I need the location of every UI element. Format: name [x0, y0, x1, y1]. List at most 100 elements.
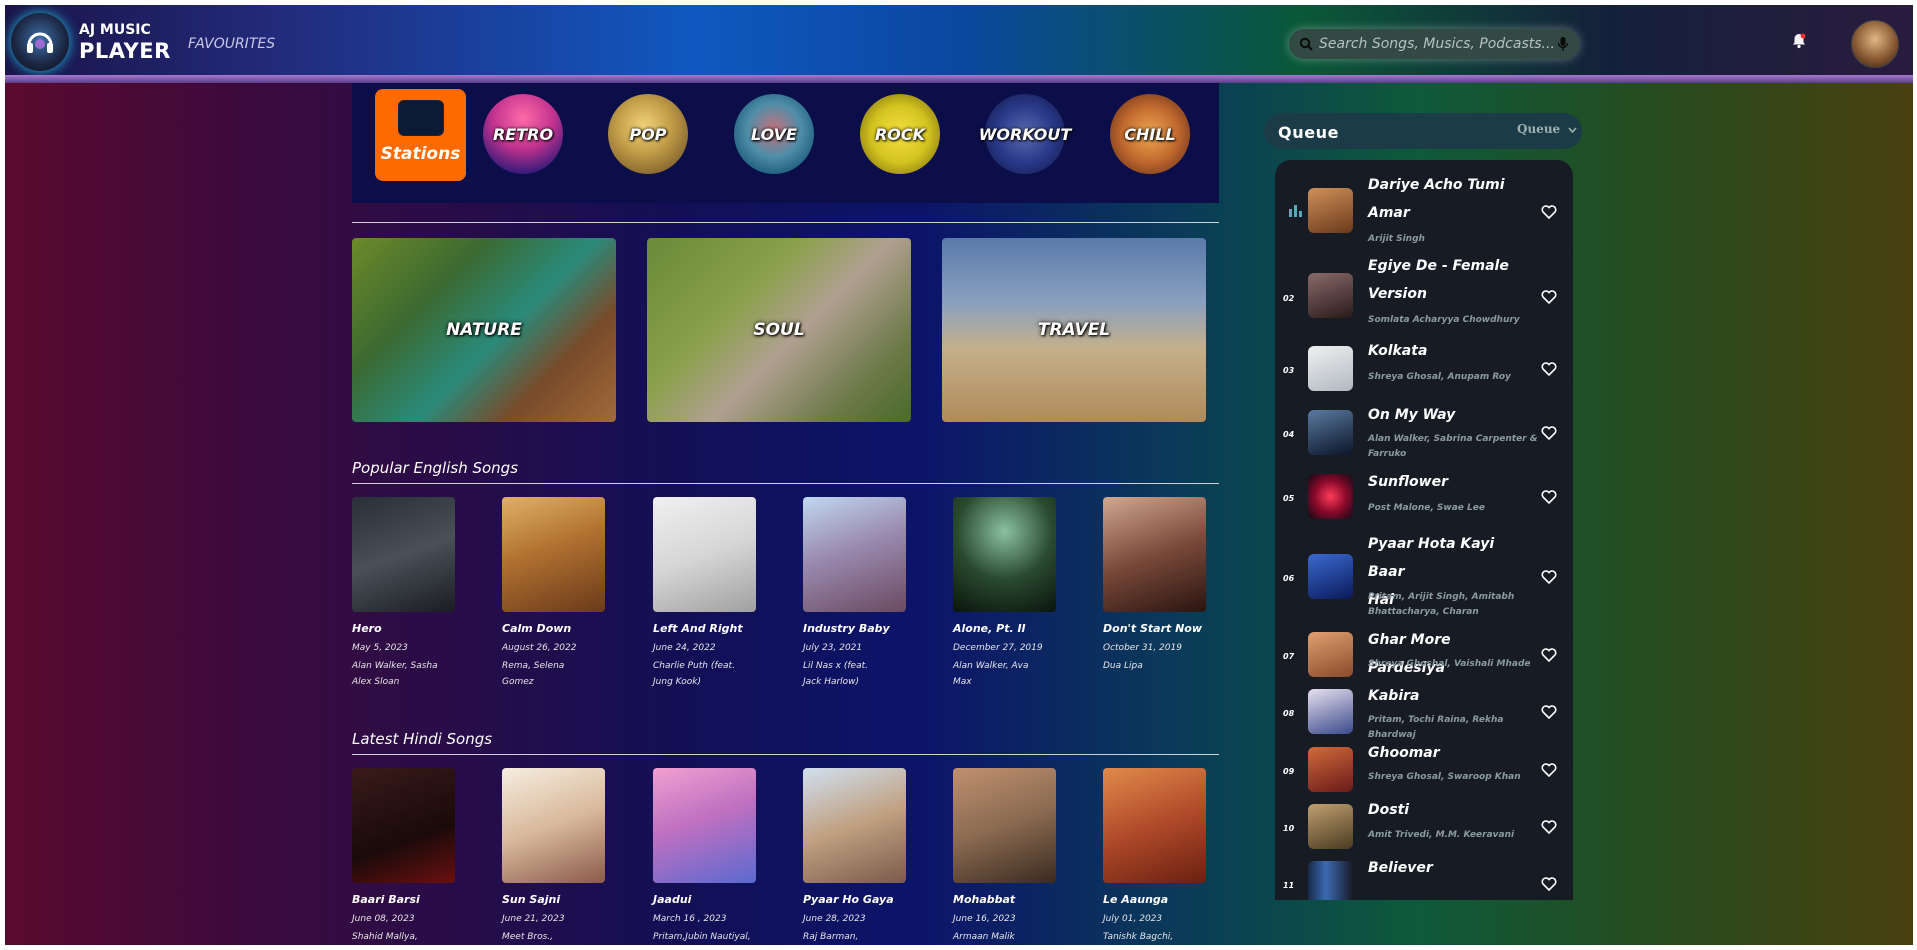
queue-thumbnail [1308, 632, 1353, 677]
song-date: June 08, 2023 [352, 914, 415, 924]
song-date: July 23, 2021 [803, 643, 863, 653]
song-card[interactable]: Alone, Pt. II December 27, 2019 Alan Wal… [953, 497, 1063, 690]
genre-rock[interactable]: ROCK [860, 94, 940, 174]
song-card[interactable]: Industry Baby July 23, 2021 Lil Nas x (f… [803, 497, 913, 690]
heart-icon[interactable] [1541, 763, 1557, 777]
song-artist: Pritam,Jubin Nautiyal, [653, 932, 751, 942]
song-artist: Tanishk Bagchi, [1103, 932, 1174, 942]
album-art [352, 768, 455, 883]
mood-card-soul[interactable]: SOUL [647, 238, 911, 422]
heart-icon[interactable] [1541, 490, 1557, 504]
song-date: May 5, 2023 [352, 643, 408, 653]
queue-item-number: 04 [1283, 430, 1295, 439]
heart-icon[interactable] [1541, 205, 1557, 219]
heart-icon[interactable] [1541, 362, 1557, 376]
latest-hindi-title: Latest Hindi Songs [352, 730, 493, 748]
notification-bell-icon[interactable] [1792, 33, 1806, 49]
song-date: July 01, 2023 [1103, 914, 1163, 924]
album-art [803, 497, 906, 612]
queue-item-number: 05 [1283, 494, 1295, 503]
search-bar[interactable] [1289, 29, 1579, 59]
song-title: Mohabbat [953, 893, 1016, 906]
app-frame: AJ MUSIC PLAYER FAVOURITES Statio [5, 5, 1913, 945]
logo-title-top: AJ MUSIC [79, 22, 151, 38]
genre-workout[interactable]: WORKOUT [979, 94, 1071, 174]
song-card[interactable]: Calm Down August 26, 2022 Rema, Selena Go… [502, 497, 612, 690]
queue-song-artist: Somlata Acharyya Chowdhury [1368, 315, 1520, 325]
song-date: October 31, 2019 [1103, 643, 1182, 653]
album-art [502, 768, 605, 883]
queue-select[interactable]: Queue [1517, 122, 1577, 136]
heart-icon[interactable] [1541, 820, 1557, 834]
queue-song-artist: Post Malone, Swae Lee [1368, 503, 1485, 513]
song-artist: Shahid Mallya, [352, 932, 418, 942]
song-card[interactable]: Jaadui March 16 , 2023 Pritam,Jubin Naut… [653, 768, 763, 945]
user-avatar[interactable] [1851, 20, 1899, 68]
heart-icon[interactable] [1541, 570, 1557, 584]
headphones-icon [27, 32, 53, 53]
song-artist: Alan Walker, Sasha Alex Sloan [352, 661, 438, 687]
genre-chill[interactable]: CHILL [1110, 94, 1190, 174]
divider-line [352, 222, 1219, 223]
song-artist: Raj Barman, [803, 932, 859, 942]
queue-list: Dariye Acho Tumi Amar Arijit Singh 02 Egi… [1275, 160, 1573, 900]
heart-icon[interactable] [1541, 705, 1557, 719]
queue-song-title: Egiye De - Female Version [1368, 258, 1509, 302]
queue-song-artist: Shreya Ghosal, Anupam Roy [1368, 372, 1511, 382]
queue-thumbnail [1308, 689, 1353, 734]
chevron-down-icon [1568, 127, 1577, 134]
queue-item-number: 11 [1283, 881, 1295, 890]
song-title: Sun Sajni [502, 893, 561, 906]
heart-icon[interactable] [1541, 648, 1557, 662]
song-card[interactable]: Mohabbat June 16, 2023 Armaan Malik [953, 768, 1063, 945]
logo-icon[interactable] [11, 13, 69, 71]
queue-thumbnail [1308, 346, 1353, 391]
queue-select-value: Queue [1517, 122, 1561, 136]
song-card[interactable]: Hero May 5, 2023 Alan Walker, Sasha Alex … [352, 497, 462, 690]
heart-icon[interactable] [1541, 290, 1557, 304]
heart-icon[interactable] [1541, 426, 1557, 440]
heart-icon[interactable] [1541, 877, 1557, 891]
queue-song-artist: Shreya Ghosal, Swaroop Khan [1368, 772, 1521, 782]
queue-thumbnail [1308, 188, 1353, 233]
song-title: Alone, Pt. II [953, 622, 1026, 635]
queue-thumbnail [1308, 554, 1353, 599]
song-card[interactable]: Left And Right June 24, 2022 Charlie Put… [653, 497, 763, 690]
song-card[interactable]: Pyaar Ho Gaya June 28, 2023 Raj Barman, [803, 768, 913, 945]
queue-header: Queue Queue [1264, 113, 1582, 149]
album-art [653, 768, 756, 883]
song-title: Jaadui [653, 893, 692, 906]
genre-retro[interactable]: RETRO [483, 94, 563, 174]
queue-song-artist: Amit Trivedi, M.M. Keeravani [1368, 830, 1515, 840]
genre-pop[interactable]: POP [608, 94, 688, 174]
queue-item-number: 07 [1283, 652, 1295, 661]
mood-card-nature[interactable]: NATURE [352, 238, 616, 422]
genre-love[interactable]: LOVE [734, 94, 814, 174]
song-card[interactable]: Baari Barsi June 08, 2023 Shahid Mallya, [352, 768, 462, 945]
queue-song-title: Sunflower [1368, 474, 1448, 490]
search-icon [1299, 37, 1313, 51]
queue-song-title: On My Way [1368, 407, 1456, 423]
queue-thumbnail [1308, 410, 1353, 455]
song-artist: Rema, Selena Gomez [502, 661, 565, 687]
search-input[interactable] [1319, 36, 1557, 52]
queue-song-title: Ghar More Pardesiya [1368, 632, 1451, 676]
logo-title-main: PLAYER [79, 39, 171, 63]
album-art [352, 497, 455, 612]
nav-favourites-link[interactable]: FAVOURITES [188, 36, 275, 52]
song-artist: Meet Bros., [502, 932, 554, 942]
header-accent-strip [5, 75, 1913, 83]
song-date: August 26, 2022 [502, 643, 577, 653]
song-title: Industry Baby [803, 622, 890, 635]
album-art [1103, 768, 1206, 883]
microphone-icon[interactable] [1557, 36, 1569, 52]
stations-button[interactable]: Stations [375, 89, 466, 181]
song-title: Hero [352, 622, 382, 635]
song-card[interactable]: Sun Sajni June 21, 2023 Meet Bros., [502, 768, 612, 945]
song-card[interactable]: Don't Start Now October 31, 2019 Dua Lip… [1103, 497, 1213, 674]
mood-card-travel[interactable]: TRAVEL [942, 238, 1206, 422]
divider-line [352, 483, 1219, 484]
song-card[interactable]: Le Aaunga July 01, 2023 Tanishk Bagchi, [1103, 768, 1213, 945]
song-artist: Charlie Puth (feat. Jung Kook) [653, 661, 735, 687]
queue-song-artist: Arijit Singh [1368, 234, 1425, 244]
